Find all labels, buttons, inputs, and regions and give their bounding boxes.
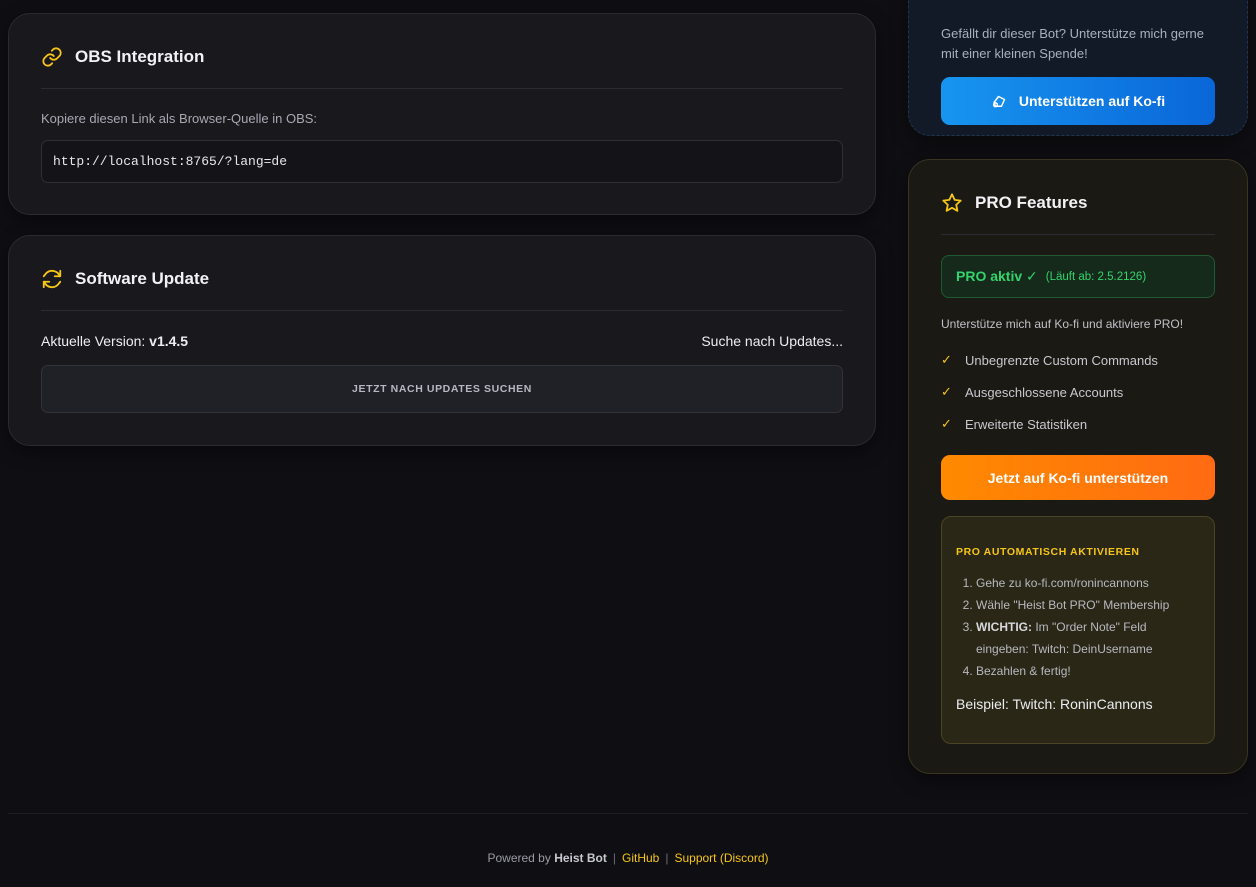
check-icon: ✓ bbox=[941, 352, 952, 367]
pro-title: PRO Features bbox=[975, 193, 1088, 212]
pro-card-header: PRO Features bbox=[941, 192, 1215, 235]
kofi-support-card: Gefällt dir dieser Bot? Unterstütze mich… bbox=[908, 0, 1248, 136]
auto-activate-title: PRO AUTOMATISCH AKTIVIEREN bbox=[956, 546, 1140, 558]
link-icon bbox=[41, 46, 63, 68]
obs-title: OBS Integration bbox=[75, 47, 205, 66]
kofi-button-label: Unterstützen auf Ko-fi bbox=[1018, 93, 1166, 109]
step-item: Gehe zu ko-fi.com/ronincannons bbox=[976, 572, 1200, 594]
list-item: ✓ Ausgeschlossene Accounts bbox=[941, 376, 1215, 408]
update-title: Software Update bbox=[75, 269, 210, 288]
obs-integration-card: OBS Integration Kopiere diesen Link als … bbox=[8, 13, 876, 215]
step-item: WICHTIG: Im "Order Note" Feld eingeben: … bbox=[976, 616, 1200, 660]
star-icon bbox=[941, 192, 963, 214]
obs-url-field[interactable]: http://localhost:8765/?lang=de bbox=[41, 140, 843, 183]
example-text: Beispiel: Twitch: RoninCannons bbox=[956, 696, 1153, 712]
footer-separator: | bbox=[665, 851, 669, 865]
refresh-icon bbox=[41, 268, 63, 290]
pro-feature-list: ✓ Unbegrenzte Custom Commands ✓ Ausgeschlo… bbox=[941, 344, 1215, 440]
step-important: WICHTIG: bbox=[976, 620, 1032, 634]
step-item: Wähle "Heist Bot PRO" Membership bbox=[976, 594, 1200, 616]
pro-status-badge: PRO aktiv ✓ (Läuft ab: 2.5.2126) bbox=[941, 255, 1215, 298]
activation-steps: Gehe zu ko-fi.com/ronincannons Wähle "He… bbox=[956, 572, 1200, 682]
feature-label: Erweiterte Statistiken bbox=[965, 416, 1088, 432]
discord-support-link[interactable]: Support (Discord) bbox=[674, 851, 768, 865]
update-card-header: Software Update bbox=[41, 268, 843, 311]
pro-auto-activate-box: PRO AUTOMATISCH AKTIVIEREN Gehe zu ko-fi… bbox=[941, 516, 1215, 744]
software-update-card: Software Update Aktuelle Version: v1.4.5… bbox=[8, 235, 876, 446]
version-row: Aktuelle Version: v1.4.5 Suche nach Upda… bbox=[41, 333, 843, 349]
coffee-icon bbox=[991, 92, 1009, 110]
obs-hint: Kopiere diesen Link als Browser-Quelle i… bbox=[41, 111, 318, 126]
kofi-pro-button[interactable]: Jetzt auf Ko-fi unterstützen bbox=[941, 455, 1215, 500]
current-version: Aktuelle Version: v1.4.5 bbox=[41, 333, 188, 349]
list-item: ✓ Unbegrenzte Custom Commands bbox=[941, 344, 1215, 376]
version-number: v1.4.5 bbox=[149, 333, 189, 349]
pro-status-expiry: (Läuft ab: 2.5.2126) bbox=[1045, 270, 1147, 283]
list-item: ✓ Erweiterte Statistiken bbox=[941, 408, 1215, 440]
step-item: Bezahlen & fertig! bbox=[976, 660, 1200, 682]
pro-description: Unterstütze mich auf Ko-fi und aktiviere… bbox=[941, 317, 1184, 331]
footer-separator: | bbox=[612, 851, 616, 865]
powered-by: Powered by bbox=[487, 851, 555, 865]
github-link[interactable]: GitHub bbox=[622, 851, 659, 865]
obs-card-header: OBS Integration bbox=[41, 46, 843, 89]
check-icon: ✓ bbox=[941, 384, 952, 399]
check-icon: ✓ bbox=[941, 416, 952, 431]
footer-divider bbox=[8, 813, 1248, 814]
pro-status-main: PRO aktiv ✓ bbox=[956, 268, 1038, 284]
version-label: Aktuelle Version: bbox=[41, 333, 150, 349]
check-updates-button[interactable]: JETZT NACH UPDATES SUCHEN bbox=[41, 365, 843, 413]
feature-label: Unbegrenzte Custom Commands bbox=[965, 352, 1158, 368]
update-status: Suche nach Updates... bbox=[701, 333, 843, 349]
brand-name: Heist Bot bbox=[554, 851, 607, 865]
feature-label: Ausgeschlossene Accounts bbox=[965, 384, 1124, 400]
footer: Powered by Heist Bot | GitHub | Support (Dis… bbox=[0, 851, 1256, 865]
kofi-support-button[interactable]: Unterstützen auf Ko-fi bbox=[941, 77, 1215, 125]
kofi-text: Gefällt dir dieser Bot? Unterstütze mich… bbox=[941, 26, 1205, 61]
pro-features-card: PRO Features PRO aktiv ✓ (Läuft ab: 2.5.… bbox=[908, 159, 1248, 774]
